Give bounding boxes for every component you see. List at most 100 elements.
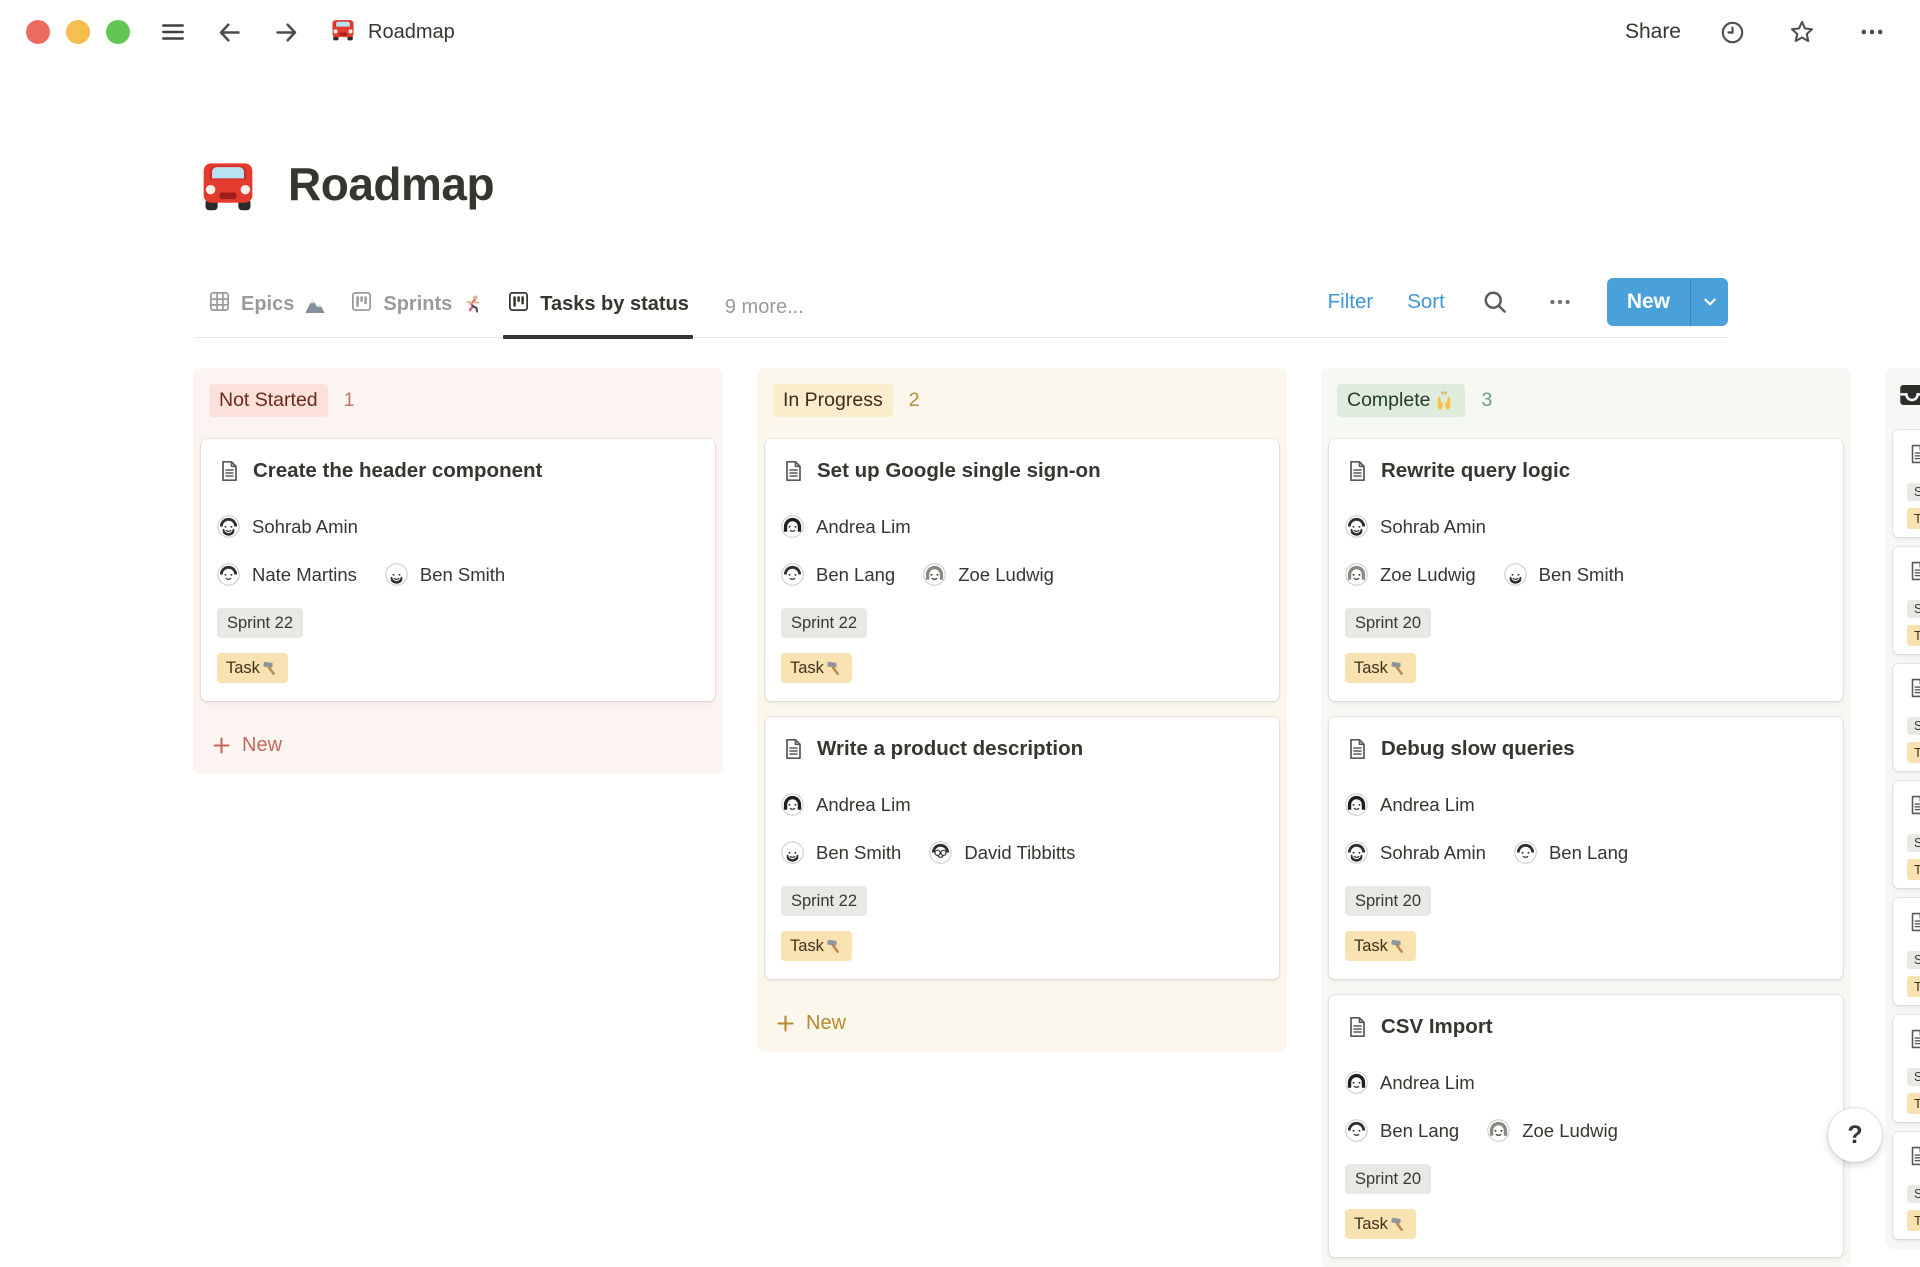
share-button[interactable]: Share <box>1625 20 1681 44</box>
window-close-button[interactable] <box>26 20 50 44</box>
new-button[interactable]: New <box>1607 278 1690 326</box>
search-icon[interactable] <box>1477 284 1513 320</box>
card-title <box>1907 675 1920 699</box>
cards-not-started: Create the header componentSohrab AminNa… <box>201 439 715 701</box>
task-card[interactable]: Create the header componentSohrab AminNa… <box>201 439 715 701</box>
task-card[interactable]: SprintTask <box>1893 547 1920 654</box>
task-tag-label: Task <box>1914 745 1920 760</box>
column-header-in-progress: In Progress 2 <box>765 376 1279 435</box>
window-zoom-button[interactable] <box>106 20 130 44</box>
sprint-tag: Sprint <box>1907 951 1920 969</box>
favorite-star-icon[interactable] <box>1784 14 1820 50</box>
task-tag-line: Task <box>1907 859 1920 880</box>
assignee-name: Andrea Lim <box>1380 794 1475 816</box>
task-card[interactable]: SprintTask <box>1893 781 1920 888</box>
status-label: Not Started <box>219 388 318 413</box>
task-tag-label: Task <box>1914 1213 1920 1228</box>
status-pill-not-started[interactable]: Not Started <box>209 384 328 417</box>
history-clock-icon[interactable] <box>1715 15 1750 50</box>
assignee: Andrea Lim <box>781 793 911 816</box>
avatar <box>781 563 804 586</box>
assignee-name: Ben Lang <box>816 564 895 586</box>
add-card-label: New <box>806 1012 846 1035</box>
task-card[interactable]: Rewrite query logicSohrab AminZoe Ludwig… <box>1329 439 1843 701</box>
assignee-row: Ben SmithDavid Tibbitts <box>781 841 1263 864</box>
page-icon <box>781 457 805 483</box>
avatar <box>1504 563 1527 586</box>
task-card[interactable]: Sprint Task <box>1893 898 1920 1005</box>
window-minimize-button[interactable] <box>66 20 90 44</box>
assignee-name: Sohrab Amin <box>252 516 358 538</box>
column-count: 2 <box>909 389 920 412</box>
task-card[interactable]: CSV ImportAndrea LimBen LangZoe LudwigSp… <box>1329 995 1843 1257</box>
task-card[interactable]: Sprint Task <box>1893 430 1920 537</box>
sprint-tag: Sprint <box>1907 1185 1920 1203</box>
task-card[interactable]: Sprint Task <box>1893 1132 1920 1239</box>
assignee: Sohrab Amin <box>1345 841 1486 864</box>
status-pill-in-progress[interactable]: In Progress <box>773 384 893 417</box>
page-icon <box>1907 1143 1920 1167</box>
assignee-name: Zoe Ludwig <box>958 564 1054 586</box>
avatar <box>1514 841 1537 864</box>
task-tag: Task <box>1907 508 1920 529</box>
tab-sprints[interactable]: Sprints <box>338 290 495 337</box>
task-tag-label: Task <box>790 657 824 679</box>
card-title <box>1907 441 1920 465</box>
tab-tasks-by-status[interactable]: Tasks by status <box>495 290 701 337</box>
avatar <box>781 841 804 864</box>
page-icon <box>1907 675 1920 699</box>
add-card-button[interactable]: New <box>201 727 715 764</box>
card-title <box>1907 909 1920 933</box>
status-label: Complete <box>1347 388 1430 413</box>
breadcrumb[interactable]: Roadmap <box>330 16 455 48</box>
cards-hidden: Sprint Task Sprint Task Sprint Task Sprint T… <box>1893 430 1920 1239</box>
assignee-row: Nate MartinsBen Smith <box>217 563 699 586</box>
back-arrow-icon[interactable] <box>212 15 247 50</box>
inbox-tray-icon <box>1897 380 1920 410</box>
forward-arrow-icon[interactable] <box>269 15 304 50</box>
page-icon <box>217 457 241 483</box>
help-button[interactable]: ? <box>1828 1108 1882 1162</box>
assignee: Ben Smith <box>1504 563 1624 586</box>
status-pill-complete[interactable]: Complete <box>1337 384 1465 417</box>
avatar <box>781 515 804 538</box>
red-car-icon <box>330 16 356 48</box>
sprint-tag: Sprint 20 <box>1345 608 1431 638</box>
hammer-icon <box>1390 1216 1407 1233</box>
view-options-icon[interactable] <box>1543 285 1577 319</box>
assignee-name: Ben Smith <box>816 842 901 864</box>
sprint-tag: Sprint <box>1907 483 1920 501</box>
card-title <box>1907 1026 1920 1050</box>
sidebar-menu-icon[interactable] <box>156 15 190 49</box>
chevron-down-icon[interactable] <box>1690 278 1728 326</box>
board: Not Started1 Create the header component… <box>193 368 1920 1267</box>
add-card-button[interactable]: New <box>765 1005 1279 1042</box>
plus-icon <box>211 735 232 756</box>
assignee-name: Zoe Ludwig <box>1380 564 1476 586</box>
card-title <box>1907 1143 1920 1167</box>
task-tag-label: Task <box>1914 979 1920 994</box>
task-tag-label: Task <box>1914 511 1920 526</box>
more-views-button[interactable]: 9 more... <box>715 296 814 337</box>
task-card[interactable]: Debug slow queriesAndrea LimSohrab AminB… <box>1329 717 1843 979</box>
task-card[interactable]: SprintTask <box>1893 664 1920 771</box>
avatar <box>1345 841 1368 864</box>
assignee: Zoe Ludwig <box>923 563 1054 586</box>
more-options-icon[interactable] <box>1854 14 1890 50</box>
avatar <box>1345 515 1368 538</box>
task-tag-line: Task <box>1345 653 1827 683</box>
filter-button[interactable]: Filter <box>1326 286 1376 318</box>
red-car-emoji[interactable] <box>198 154 258 214</box>
sprint-tag: Sprint <box>1907 1068 1920 1086</box>
assignee: Ben Lang <box>781 563 895 586</box>
task-card[interactable]: Sprint Task <box>1893 1015 1920 1122</box>
task-card[interactable]: Write a product descriptionAndrea LimBen… <box>765 717 1279 979</box>
avatar <box>923 563 946 586</box>
sort-button[interactable]: Sort <box>1405 286 1447 318</box>
assignee-name: Andrea Lim <box>816 794 911 816</box>
task-tag: Task <box>1907 976 1920 997</box>
task-card[interactable]: Set up Google single sign-onAndrea LimBe… <box>765 439 1279 701</box>
task-tag-label: Task <box>1914 1096 1920 1111</box>
tab-epics[interactable]: Epics <box>196 290 338 337</box>
column-hidden: Sprint Task Sprint Task Sprint Task Sprint T… <box>1885 368 1920 1249</box>
